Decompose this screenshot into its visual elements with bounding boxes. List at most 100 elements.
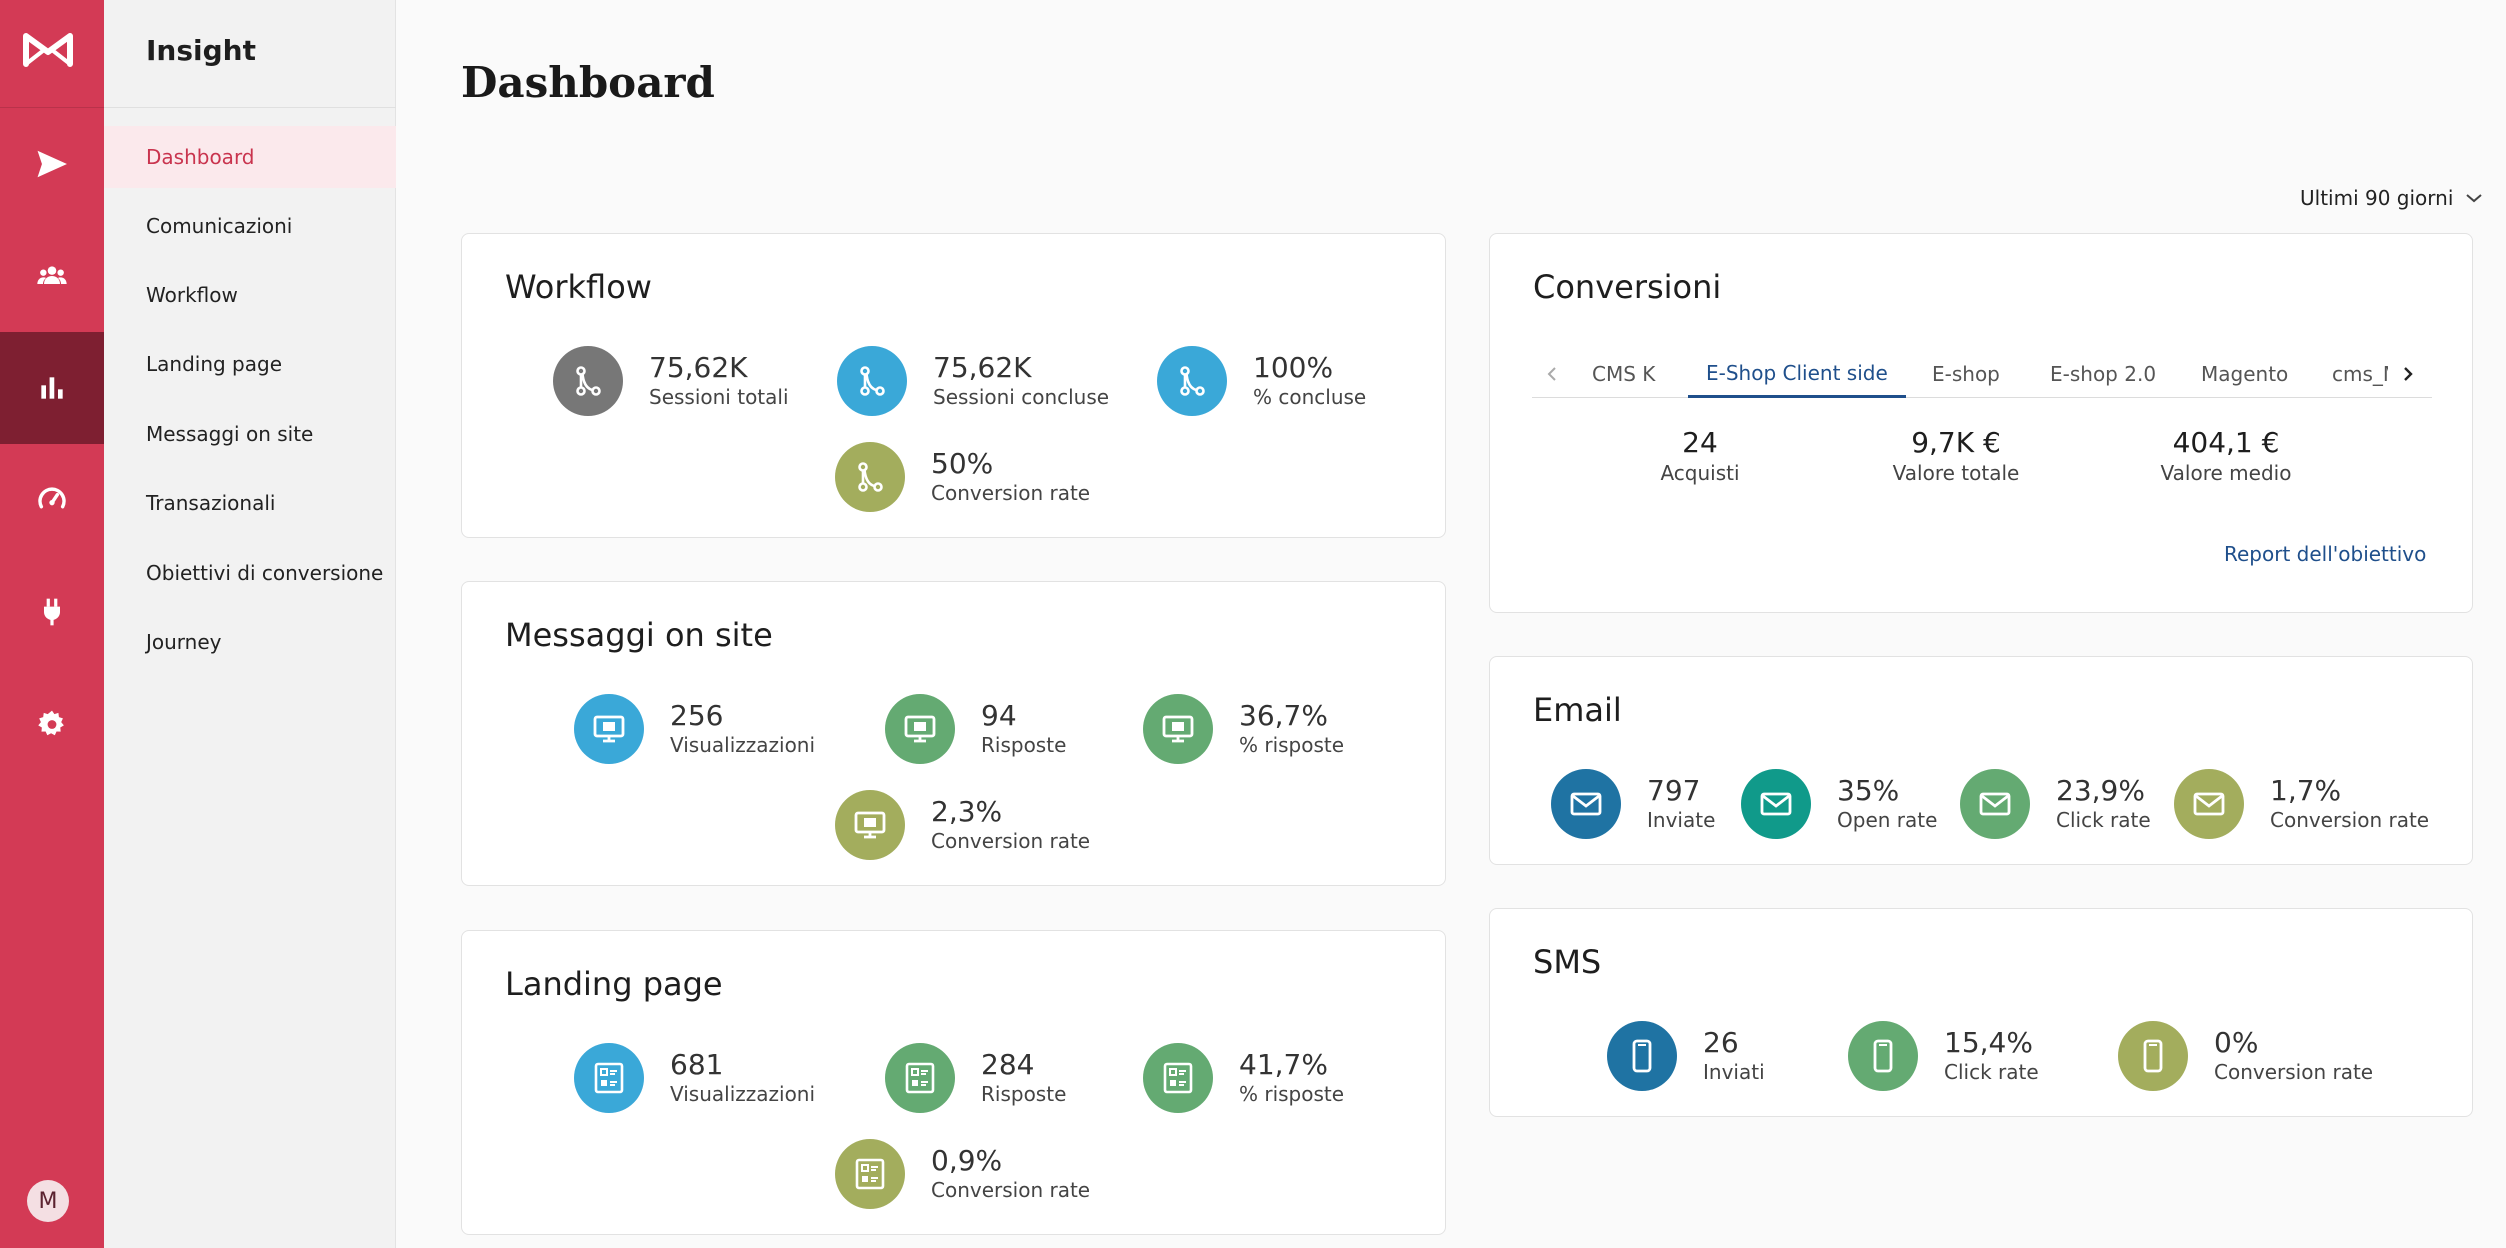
landing-stat-risposte: 284 Risposte: [885, 1043, 1066, 1113]
date-range-select[interactable]: Ultimi 90 giorni: [2300, 186, 2483, 210]
landing-card: Landing page 681 Visualizzazioni 284 Rispo…: [461, 930, 1446, 1235]
stat-label: Sessioni totali: [649, 385, 789, 409]
stat-value: 797: [1647, 774, 1701, 807]
sms-card: SMS 26 Inviati 15,4% Click rate 0% Conversi…: [1489, 908, 2473, 1117]
stat-label: Click rate: [1944, 1060, 2039, 1084]
stat-label: % risposte: [1239, 733, 1345, 757]
messaggi-title: Messaggi on site: [505, 616, 773, 654]
email-stat-open-rate: 35% Open rate: [1741, 769, 1937, 839]
page-title: Dashboard: [461, 58, 715, 107]
sms-stat-conversion-rate: 0% Conversion rate: [2118, 1021, 2373, 1091]
form-icon: [574, 1043, 644, 1113]
tabs-next-button[interactable]: [2402, 350, 2414, 398]
tab-magento[interactable]: Magento: [2201, 350, 2288, 398]
landing-title: Landing page: [505, 965, 723, 1003]
mail-icon: [2174, 769, 2244, 839]
sidebar-item-workflow[interactable]: Workflow: [104, 264, 396, 326]
kpi-label: Acquisti: [1660, 461, 1740, 485]
chevron-left-icon: [1547, 367, 1556, 381]
sms-stat-click-rate: 15,4% Click rate: [1848, 1021, 2039, 1091]
gear-icon: [38, 710, 64, 736]
stat-label: Inviate: [1647, 808, 1716, 832]
mail-icon: [1741, 769, 1811, 839]
stat-value: 681: [670, 1048, 724, 1081]
landing-stat-percent-risposte: 41,7%% risposte: [1143, 1043, 1344, 1113]
messaggi-stat-visualizzazioni: 256 Visualizzazioni: [574, 694, 815, 764]
phone-icon: [1607, 1021, 1677, 1091]
sms-stat-inviati: 26 Inviati: [1607, 1021, 1765, 1091]
rail-item-insight[interactable]: [0, 332, 104, 444]
monitor-icon: [574, 694, 644, 764]
phone-icon: [1848, 1021, 1918, 1091]
stat-label: Risposte: [981, 1082, 1067, 1106]
workflow-icon: [837, 346, 907, 416]
stat-value: 35%: [1837, 774, 1900, 807]
stat-value: 1,7%: [2270, 774, 2342, 807]
workflow-title: Workflow: [505, 268, 652, 306]
rail-item-contacts[interactable]: [0, 220, 104, 332]
sidebar-item-transazionali[interactable]: Transazionali: [104, 472, 396, 534]
brand-logo-icon[interactable]: [22, 30, 74, 70]
stat-value: 94: [981, 699, 1017, 732]
workflow-stat-concluse: 100%% concluse: [1157, 346, 1366, 416]
tab-eshop-client-side[interactable]: E-Shop Client side: [1688, 350, 1906, 398]
rail-item-integrations[interactable]: [0, 556, 104, 668]
sidebar-item-landing-page[interactable]: Landing page: [104, 333, 396, 395]
stat-label: Conversion rate: [931, 1178, 1091, 1202]
stat-value: 23,9%: [2056, 774, 2145, 807]
stat-label: Visualizzazioni: [670, 733, 816, 757]
sidebar-item-comunicazioni[interactable]: Comunicazioni: [104, 195, 396, 257]
tab-cms-k[interactable]: CMS K: [1592, 350, 1655, 398]
mail-icon: [1551, 769, 1621, 839]
sidebar-item-dashboard[interactable]: Dashboard: [104, 126, 396, 188]
sidebar-item-messaggi-on-site[interactable]: Messaggi on site: [104, 403, 396, 465]
rail-item-settings[interactable]: [0, 668, 104, 780]
kpi-value: 9,7K €: [1911, 426, 2001, 459]
form-icon: [835, 1139, 905, 1209]
stat-value: 36,7%: [1239, 699, 1328, 732]
bar-chart-icon: [41, 377, 63, 399]
monitor-icon: [885, 694, 955, 764]
mail-icon: [1960, 769, 2030, 839]
workflow-stat-conversion-rate: 50% Conversion rate: [835, 442, 1090, 512]
sidebar-item-obiettivi[interactable]: Obiettivi di conversione: [104, 542, 396, 604]
report-obiettivo-link[interactable]: Report dell'obiettivo: [2224, 542, 2426, 566]
messaggi-stat-conversion-rate: 2,3% Conversion rate: [835, 790, 1090, 860]
email-stat-inviate: 797 Inviate: [1551, 769, 1715, 839]
messaggi-stat-percent-risposte: 36,7%% risposte: [1143, 694, 1344, 764]
workflow-stat-sessioni-totali: 75,62K Sessioni totali: [553, 346, 789, 416]
gauge-icon: [38, 487, 66, 509]
kpi-valore-totale: 9,7K € Valore totale: [1866, 426, 2046, 486]
landing-stat-conversion-rate: 0,9% Conversion rate: [835, 1139, 1090, 1209]
stat-label: Visualizzazioni: [670, 1082, 816, 1106]
workflow-icon: [1157, 346, 1227, 416]
tab-cms-m[interactable]: cms_M: [2332, 350, 2388, 398]
workflow-stat-sessioni-concluse: 75,62K Sessioni concluse: [837, 346, 1109, 416]
conversioni-card: Conversioni CMS K E-Shop Client side E-s…: [1489, 233, 2473, 613]
workflow-card: Workflow 75,62K Sessioni totali 75,62K Ses…: [461, 233, 1446, 538]
tab-eshop-2[interactable]: E-shop 2.0: [2050, 350, 2156, 398]
tabs-prev-button[interactable]: [1546, 350, 1558, 398]
rail-item-performance[interactable]: [0, 444, 104, 556]
stat-value: 50%: [931, 447, 994, 480]
workflow-icon: [835, 442, 905, 512]
conversioni-tabs: CMS K E-Shop Client side E-shop E-shop 2…: [1532, 350, 2432, 398]
app-rail: M: [0, 0, 104, 1248]
form-icon: [1143, 1043, 1213, 1113]
email-stat-click-rate: 23,9% Click rate: [1960, 769, 2151, 839]
kpi-valore-medio: 404,1 € Valore medio: [2136, 426, 2316, 486]
stat-value: 41,7%: [1239, 1048, 1328, 1081]
stat-label: % risposte: [1239, 1082, 1345, 1106]
stat-label: Sessioni concluse: [933, 385, 1110, 409]
stat-value: 284: [981, 1048, 1035, 1081]
user-avatar[interactable]: M: [27, 1180, 69, 1222]
tab-eshop[interactable]: E-shop: [1932, 350, 2000, 398]
sms-title: SMS: [1533, 943, 1602, 981]
sidebar-item-journey[interactable]: Journey: [104, 611, 396, 673]
kpi-value: 404,1 €: [2172, 426, 2280, 459]
messaggi-card: Messaggi on site 256 Visualizzazioni 94 Ri…: [461, 581, 1446, 886]
kpi-value: 24: [1682, 426, 1718, 459]
phone-icon: [2118, 1021, 2188, 1091]
stat-value: 0,9%: [931, 1144, 1003, 1177]
rail-item-campaigns[interactable]: [0, 108, 104, 220]
